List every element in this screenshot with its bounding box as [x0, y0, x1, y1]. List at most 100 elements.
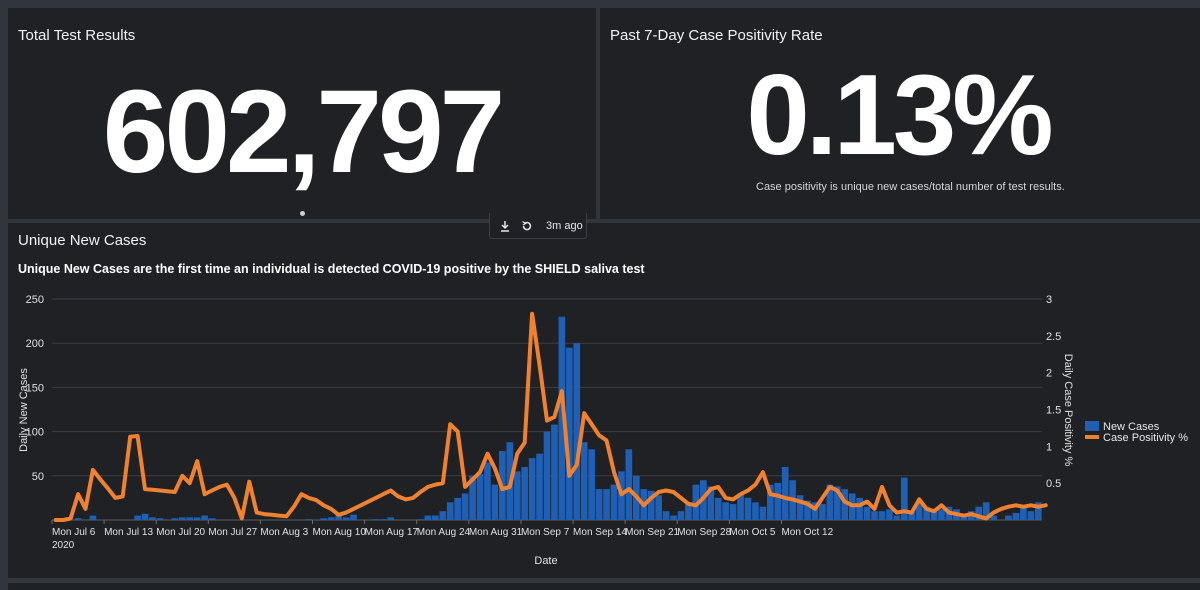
legend-swatch-positivity: [1085, 435, 1099, 439]
x-axis-label: Date: [534, 555, 557, 567]
y2-tick-label: 1.5: [1046, 405, 1061, 417]
bar: [1020, 506, 1027, 520]
bar: [819, 504, 826, 520]
bar: [171, 518, 179, 520]
bar: [536, 453, 543, 520]
bar: [662, 511, 670, 520]
bar: [938, 509, 945, 520]
bar: [208, 518, 216, 520]
x-tick-label: Mon Jul 6: [52, 527, 96, 538]
y-axis-label: Daily New Cases: [18, 368, 30, 452]
bar: [186, 517, 194, 520]
bar: [603, 489, 610, 520]
x-tick-label: Mon Jul 20: [156, 527, 205, 538]
bar: [670, 515, 677, 520]
bar: [1005, 515, 1012, 520]
x-tick-label: Mon Oct 12: [781, 527, 833, 538]
bar: [141, 513, 149, 520]
bar: [327, 517, 335, 520]
bar: [156, 518, 164, 520]
legend-label: Case Positivity %: [1103, 432, 1188, 444]
bar: [454, 497, 461, 520]
bar: [521, 466, 528, 520]
bar: [610, 484, 618, 520]
bar: [193, 517, 201, 520]
y-tick-label: 250: [26, 294, 44, 306]
x-tick-label: Mon Aug 10: [313, 527, 367, 538]
bar: [551, 424, 558, 520]
bar: [714, 497, 722, 520]
x-tick-label: Mon Aug 24: [417, 527, 471, 538]
bar: [350, 514, 357, 520]
x-tick-label: Mon Oct 5: [729, 527, 776, 538]
bar: [588, 449, 595, 520]
positivity-line: [53, 311, 1048, 522]
bar: [417, 519, 424, 520]
bar: [722, 502, 729, 520]
bar: [387, 517, 395, 520]
y2-axis-label: Daily Case Positivity %: [1062, 354, 1074, 467]
bar: [752, 502, 759, 520]
y2-tick-label: 2.5: [1046, 331, 1061, 343]
x-tick-label: Mon Aug 17: [365, 527, 419, 538]
y2-tick-label: 1: [1046, 441, 1052, 453]
bar: [878, 511, 886, 520]
bar: [424, 515, 432, 520]
bar: [484, 462, 491, 520]
bar: [432, 515, 439, 520]
bar: [886, 509, 893, 520]
bar: [595, 489, 603, 520]
bar: [528, 458, 536, 520]
bar: [476, 474, 484, 520]
bar: [580, 442, 588, 520]
x-tick-label: Mon Jul 27: [208, 527, 257, 538]
bar: [893, 515, 901, 520]
x-tick-label: Mon Sep 14: [573, 527, 627, 538]
bar: [491, 484, 499, 520]
x-tick-label: Mon Jul 13: [104, 527, 153, 538]
unique-cases-chart: 2502001501005032.521.510.5Mon Jul 6 Mon J…: [18, 294, 1188, 567]
x-tick-year: 2020: [52, 540, 75, 551]
y2-tick-label: 0.5: [1046, 478, 1061, 490]
y2-tick-label: 2: [1046, 368, 1052, 380]
bar: [729, 504, 737, 520]
bar: [774, 482, 782, 520]
next-panel-edge: [8, 583, 1200, 590]
bar: [372, 519, 380, 520]
x-tick-label: Mon Sep 28: [677, 527, 731, 538]
x-tick-label: Mon Sep 7: [521, 527, 570, 538]
bar: [439, 511, 447, 520]
bar: [1012, 512, 1020, 520]
y-tick-label: 50: [32, 471, 44, 483]
bar: [744, 497, 752, 520]
bar: [89, 515, 97, 520]
bar: [871, 511, 878, 520]
bar: [863, 506, 871, 520]
legend-swatch-new-cases: [1085, 421, 1099, 431]
bar: [320, 518, 328, 520]
bar: [856, 497, 863, 520]
bar: [379, 519, 387, 520]
y2-tick-label: 3: [1046, 294, 1052, 306]
bar: [573, 343, 581, 520]
x-tick-label: Mon Aug 31: [469, 527, 523, 538]
bar: [625, 449, 633, 520]
bar: [759, 506, 767, 520]
x-tick-label: Mon Sep 21: [625, 527, 679, 538]
x-tick-label: Mon Aug 3: [260, 527, 308, 538]
bar: [201, 515, 208, 520]
bar: [149, 517, 156, 520]
bar: [513, 471, 521, 520]
bar: [74, 518, 82, 520]
bar: [1027, 511, 1035, 520]
bar: [677, 511, 685, 520]
bar: [543, 431, 551, 520]
bar: [305, 519, 313, 520]
bar: [134, 515, 141, 520]
bar: [342, 517, 350, 520]
bar: [461, 493, 469, 520]
y-tick-label: 200: [26, 338, 44, 350]
bar: [446, 502, 454, 520]
bar: [781, 466, 789, 520]
bar: [178, 517, 186, 520]
